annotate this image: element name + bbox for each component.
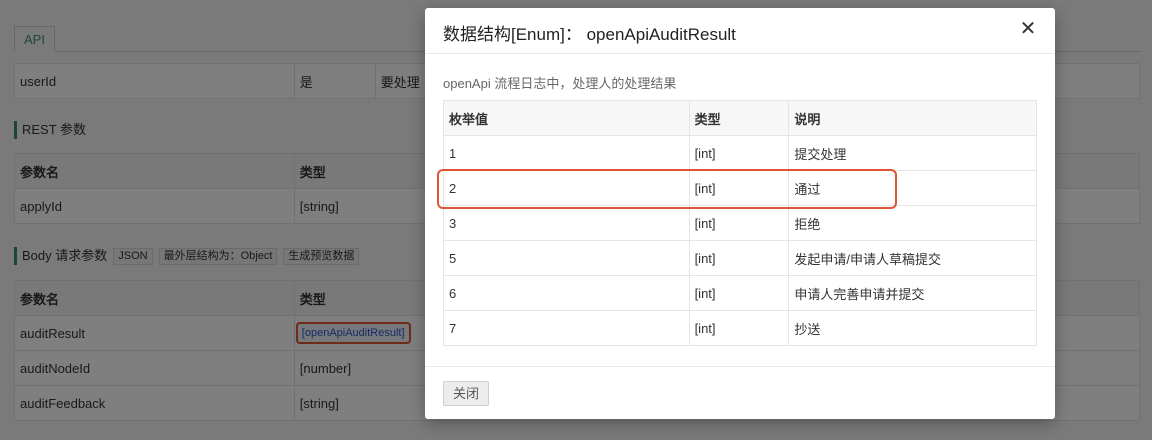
table-row: 2 [int] 通过: [443, 170, 1037, 206]
enum-desc: 发起申请/申请人草稿提交: [788, 240, 1037, 276]
enum-desc: 申请人完善申请并提交: [788, 275, 1037, 311]
enum-type: [int]: [688, 275, 790, 311]
dialog-title: 数据结构[Enum]： openApiAuditResult: [443, 25, 736, 44]
enum-value: 6: [443, 275, 690, 311]
enum-value: 3: [443, 205, 690, 241]
enum-description: openApi 流程日志中，处理人的处理结果: [443, 76, 677, 91]
table-header-row: 枚举值 类型 说明: [443, 100, 1037, 136]
enum-type: [int]: [688, 240, 790, 276]
column-header: 枚举值: [443, 100, 690, 136]
enum-type: [int]: [688, 310, 790, 346]
table-row: 3 [int] 拒绝: [443, 205, 1037, 241]
enum-dialog: 数据结构[Enum]： openApiAuditResult ✕ openApi…: [425, 8, 1055, 419]
column-header: 说明: [788, 100, 1037, 136]
enum-value: 2: [443, 170, 690, 206]
enum-desc: 抄送: [788, 310, 1037, 346]
enum-type: [int]: [688, 135, 790, 171]
enum-desc: 拒绝: [788, 205, 1037, 241]
dialog-header: 数据结构[Enum]： openApiAuditResult ✕: [425, 8, 1055, 54]
enum-type: [int]: [688, 170, 790, 206]
table-row: 7 [int] 抄送: [443, 310, 1037, 346]
enum-desc: 通过: [788, 170, 1037, 206]
enum-desc: 提交处理: [788, 135, 1037, 171]
dialog-footer: 关闭: [425, 366, 1055, 419]
column-header: 类型: [688, 100, 790, 136]
enum-value: 5: [443, 240, 690, 276]
table-row: 6 [int] 申请人完善申请并提交: [443, 275, 1037, 311]
close-button[interactable]: 关闭: [443, 381, 490, 406]
enum-value: 1: [443, 135, 690, 171]
enum-value: 7: [443, 310, 690, 346]
table-row: 5 [int] 发起申请/申请人草稿提交: [443, 240, 1037, 276]
enum-table: 枚举值 类型 说明 1 [int] 提交处理 2 [int] 通过 3 [int…: [443, 100, 1037, 346]
table-row: 1 [int] 提交处理: [443, 135, 1037, 171]
close-icon[interactable]: ✕: [1017, 18, 1039, 40]
enum-type: [int]: [688, 205, 790, 241]
